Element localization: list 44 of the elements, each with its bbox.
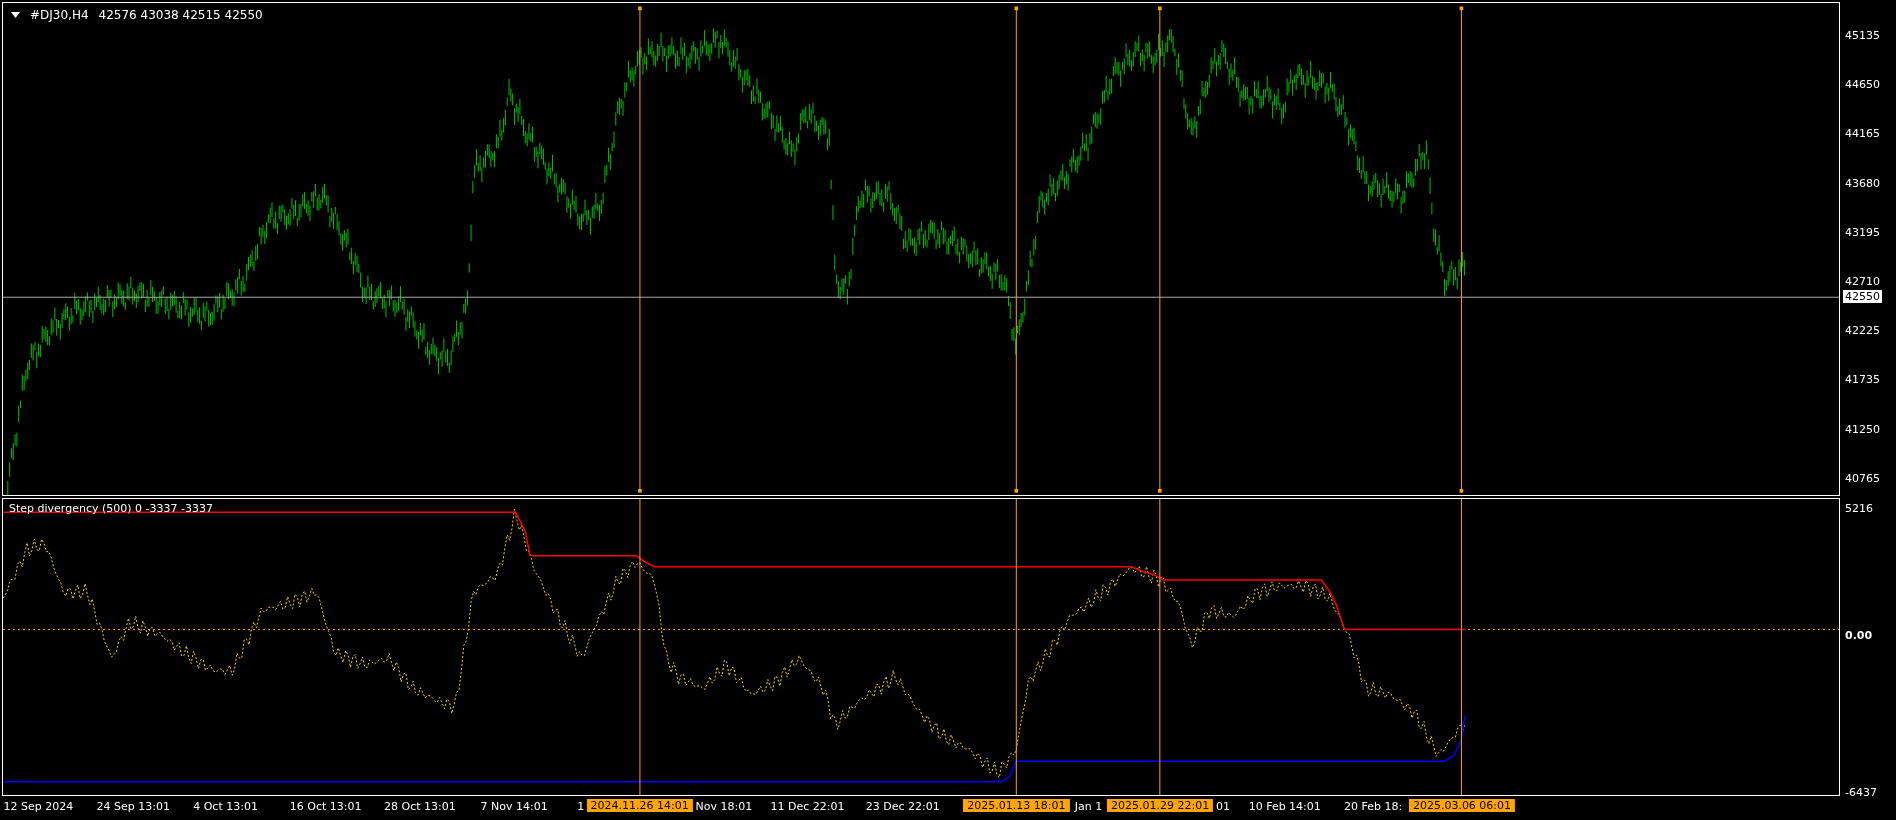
price-tick: 45135 [1845, 29, 1880, 42]
time-label: 11 Dec 22:01 [770, 800, 845, 813]
time-label: 23 Dec 22:01 [865, 800, 940, 813]
time-label: Nov 18:01 [695, 800, 753, 813]
marker-line[interactable] [1014, 6, 1019, 494]
indicator-tick: 0.00 [1845, 629, 1873, 642]
time-tag: 2024.11.26 14:01 [586, 799, 693, 812]
price-tick: 40765 [1845, 471, 1880, 485]
ohlc-values: 42576 43038 42515 42550 [98, 8, 263, 22]
time-tag: 2025.01.29 22:01 [1107, 799, 1214, 812]
price-tick: 44650 [1845, 78, 1880, 92]
price-tick: 43195 [1845, 225, 1880, 239]
chart-symbol: #DJ30,H4 [30, 8, 89, 22]
marker-line[interactable] [1015, 499, 1017, 795]
time-label: 10 Feb 14:01 [1248, 800, 1321, 813]
price-tick: 42710 [1845, 275, 1880, 288]
indicator-tick: 5216 [1845, 502, 1873, 515]
time-label: 28 Oct 13:01 [384, 800, 456, 813]
price-tick: 41250 [1845, 422, 1880, 436]
marker-line[interactable] [639, 499, 641, 795]
marker-line[interactable] [1459, 6, 1464, 494]
time-label: 7 Nov 14:01 [480, 800, 548, 813]
marker-line[interactable] [638, 6, 642, 494]
time-label: 24 Sep 13:01 [96, 800, 171, 813]
time-label: 01 [1216, 800, 1231, 813]
marker-line[interactable] [1158, 6, 1162, 494]
current-price: 42550 [1843, 290, 1882, 303]
price-tick: 44165 [1845, 127, 1880, 141]
price-tick: 43680 [1845, 176, 1880, 190]
time-label: 1 [577, 800, 585, 813]
time-label: 20 Feb 18: [1344, 800, 1403, 813]
indicator-label: Step divergency (500) 0 -3337 -3337 [9, 502, 213, 515]
dropdown-icon[interactable] [11, 12, 20, 18]
price-tick: 42225 [1845, 324, 1880, 338]
time-label: 16 Oct 13:01 [289, 800, 362, 813]
time-label: 12 Sep 2024 [3, 800, 74, 813]
marker-line[interactable] [1460, 499, 1462, 795]
price-tick: 41735 [1845, 373, 1880, 387]
time-tag: 2025.03.06 06:01 [1408, 799, 1516, 812]
time-label: Jan 1 [1074, 800, 1103, 813]
marker-line[interactable] [1159, 499, 1161, 795]
time-label: 4 Oct 13:01 [193, 800, 258, 813]
indicator-tick: -6437 [1845, 786, 1877, 799]
time-tag: 2025.01.13 18:01 [963, 799, 1070, 812]
